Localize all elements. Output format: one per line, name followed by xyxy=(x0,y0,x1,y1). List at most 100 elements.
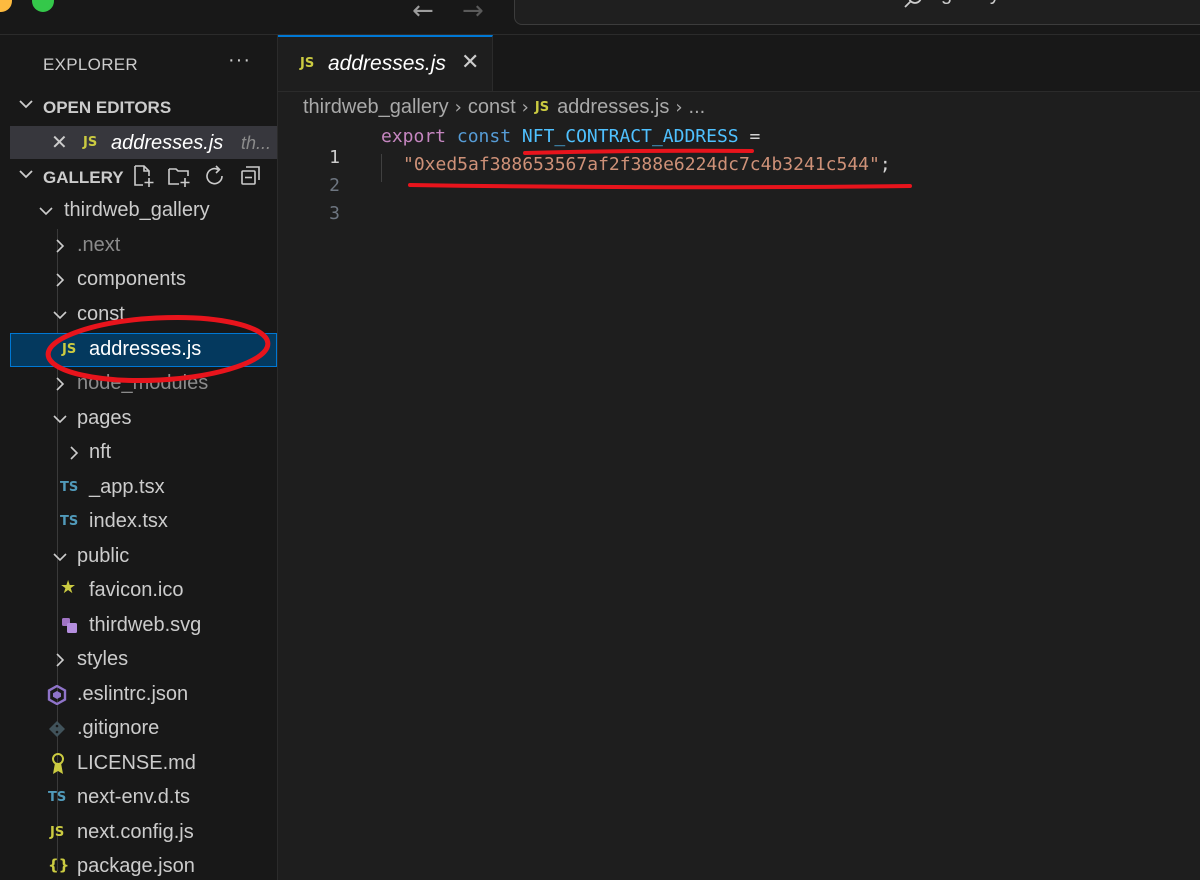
more-actions-icon[interactable]: ··· xyxy=(228,49,251,72)
tree-file-gitignore[interactable]: .gitignore xyxy=(10,712,277,746)
window-maximize-button[interactable] xyxy=(32,0,54,12)
back-arrow-icon[interactable]: ← xyxy=(412,0,434,26)
tab-addresses-js[interactable]: JS addresses.js ✕ xyxy=(278,35,493,91)
line-content: "0xed5af388653567af2f388e6224dc7c4b3241c… xyxy=(403,154,891,175)
tree-label: .eslintrc.json xyxy=(77,683,189,705)
js-file-icon: JS xyxy=(62,342,77,357)
chevron-right-icon: › xyxy=(521,97,529,119)
chevron-right-icon xyxy=(70,446,79,460)
editor-tab-bar: JS addresses.js ✕ xyxy=(278,35,1200,92)
open-editor-path: th... xyxy=(241,133,272,153)
close-icon[interactable]: ✕ xyxy=(461,50,479,75)
chevron-right-icon xyxy=(56,273,65,287)
json-file-icon: {} xyxy=(48,856,70,874)
tree-folder-pages[interactable]: pages xyxy=(10,402,277,436)
chevron-right-icon: › xyxy=(675,97,683,119)
chevron-right-icon: › xyxy=(454,97,462,119)
keyword-const: const xyxy=(456,126,512,147)
tree-label: addresses.js xyxy=(89,338,202,360)
tree-file-next-config-js[interactable]: JS next.config.js xyxy=(10,816,277,850)
tree-folder-public[interactable]: public xyxy=(10,540,277,574)
command-center-text: gallery xyxy=(941,0,1000,6)
line-content: export const NFT_CONTRACT_ADDRESS = xyxy=(381,126,760,147)
code-editor[interactable]: 1 export const NFT_CONTRACT_ADDRESS = 2 … xyxy=(278,124,1200,880)
code-line[interactable]: 2 "0xed5af388653567af2f388e6224dc7c4b324… xyxy=(278,154,1200,196)
eslint-icon xyxy=(47,685,67,705)
new-folder-icon[interactable] xyxy=(166,163,192,189)
js-file-icon: JS xyxy=(50,825,65,840)
ts-file-icon: TS xyxy=(48,790,67,805)
command-center-search[interactable]: gallery xyxy=(514,0,1200,25)
tree-file-thirdweb-svg[interactable]: thirdweb.svg xyxy=(10,609,277,643)
js-file-icon: JS xyxy=(83,135,98,150)
license-icon xyxy=(52,753,64,774)
tree-file-app-tsx[interactable]: TS _app.tsx xyxy=(10,471,277,505)
tree-file-next-env-d-ts[interactable]: TS next-env.d.ts xyxy=(10,781,277,815)
breadcrumb: thirdweb_gallery › const › JS addresses.js ›..… xyxy=(303,96,705,122)
tree-folder-styles[interactable]: styles xyxy=(10,643,277,677)
tree-label: components xyxy=(77,268,186,290)
open-editors-header[interactable]: OPEN EDITORS xyxy=(10,92,277,124)
tree-file-index-tsx[interactable]: TS index.tsx xyxy=(10,505,277,539)
tree-label: node_modules xyxy=(77,372,209,394)
line-number: 3 xyxy=(329,203,340,224)
tree-label: next-env.d.ts xyxy=(77,786,191,808)
chevron-down-icon xyxy=(39,207,53,216)
tree-file-license-md[interactable]: LICENSE.md xyxy=(10,747,277,781)
tree-file-addresses-js[interactable]: JS addresses.js xyxy=(10,333,277,367)
tree-folder-nft[interactable]: nft xyxy=(10,436,277,470)
tree-label: LICENSE.md xyxy=(77,752,196,774)
open-editor-filename: addresses.js xyxy=(111,132,224,154)
title-bar: ← → gallery xyxy=(0,0,1200,35)
tree-label: thirdweb.svg xyxy=(89,614,202,636)
constant-identifier: NFT_CONTRACT_ADDRESS xyxy=(521,126,739,147)
tree-label: thirdweb_gallery xyxy=(64,199,210,221)
tree-label: _app.tsx xyxy=(89,476,165,498)
tree-file-package-json[interactable]: {} package.json xyxy=(10,850,277,880)
code-line[interactable]: 3 xyxy=(278,182,1200,224)
tree-folder-node-modules[interactable]: node_modules xyxy=(10,367,277,401)
explorer-title: EXPLORER xyxy=(43,55,138,74)
open-editors-label: OPEN EDITORS xyxy=(43,98,172,117)
open-editor-item[interactable]: ✕ JS addresses.js th... xyxy=(10,126,277,159)
tree-label: index.tsx xyxy=(89,510,168,532)
activity-bar xyxy=(0,35,10,880)
collapse-all-icon[interactable] xyxy=(238,163,264,189)
code-line[interactable]: 1 export const NFT_CONTRACT_ADDRESS = xyxy=(278,126,1200,168)
operator: = xyxy=(738,126,761,147)
tree-label: public xyxy=(77,545,130,567)
string-literal: "0xed5af388653567af2f388e6224dc7c4b3241c… xyxy=(403,154,880,175)
tree-label: favicon.ico xyxy=(89,579,184,601)
js-file-icon: JS xyxy=(534,100,550,116)
breadcrumb-item[interactable]: ... xyxy=(689,96,706,118)
tree-label: .gitignore xyxy=(77,717,160,739)
tree-file-eslintrc-json[interactable]: .eslintrc.json xyxy=(10,678,277,712)
explorer-sidebar: EXPLORER ··· OPEN EDITORS ✕ JS addresses… xyxy=(10,35,278,880)
tree-folder-components[interactable]: components xyxy=(10,263,277,297)
chevron-right-icon xyxy=(56,377,65,391)
breadcrumb-item[interactable]: const xyxy=(468,96,516,118)
tree-label: pages xyxy=(77,407,132,429)
js-file-icon: JS xyxy=(300,56,315,71)
breadcrumb-item[interactable]: addresses.js xyxy=(557,96,669,118)
tree-folder-thirdweb-gallery[interactable]: thirdweb_gallery xyxy=(10,194,277,228)
star-icon: ★ xyxy=(60,577,77,598)
tree-folder-next[interactable]: .next xyxy=(10,229,277,263)
tree-folder-const[interactable]: const xyxy=(10,298,277,332)
gallery-actions xyxy=(130,163,264,189)
refresh-icon[interactable] xyxy=(202,163,228,189)
chevron-down-icon xyxy=(53,311,67,320)
gallery-label: GALLERY xyxy=(43,168,124,187)
chevron-down-icon xyxy=(19,170,33,179)
chevron-right-icon xyxy=(56,239,65,253)
tree-file-favicon-ico[interactable]: ★ favicon.ico xyxy=(10,574,277,608)
close-icon[interactable]: ✕ xyxy=(51,130,68,154)
tree-label: styles xyxy=(77,648,129,670)
chevron-right-icon xyxy=(56,653,65,667)
git-icon xyxy=(49,721,65,737)
window-close-button[interactable] xyxy=(0,0,12,12)
forward-arrow-icon[interactable]: → xyxy=(462,0,484,26)
breadcrumb-item[interactable]: thirdweb_gallery xyxy=(303,96,449,118)
keyword-export: export xyxy=(381,126,447,147)
new-file-icon[interactable] xyxy=(130,163,156,189)
